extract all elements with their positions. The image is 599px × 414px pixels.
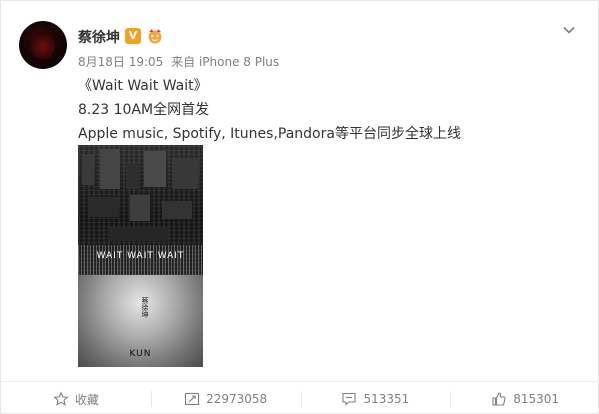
favorite-button[interactable]: 收藏 — [1, 382, 151, 414]
comment-button[interactable]: 513351 — [300, 382, 451, 414]
post-meta: 8月18日 19:05 来自 iPhone 8 Plus — [78, 53, 283, 70]
post-image[interactable]: WAIT WAIT WAIT 蔡徐坤 KUN — [78, 145, 203, 367]
avatar-face — [31, 31, 55, 59]
poster-vertical-text: 蔡徐坤 — [141, 297, 149, 318]
repost-count: 22973058 — [206, 392, 268, 406]
verified-icon: V — [125, 28, 141, 44]
like-count: 815301 — [513, 392, 560, 406]
comment-count: 513351 — [363, 392, 410, 406]
repost-icon — [185, 392, 200, 406]
fan-badge-icon[interactable] — [146, 27, 164, 45]
favorite-label: 收藏 — [74, 392, 99, 407]
weibo-post-card: 蔡徐坤 V 8月18日 19:05 来自 iPhone 8 Plus 《Wait… — [0, 0, 599, 414]
username[interactable]: 蔡徐坤 — [78, 27, 120, 47]
repost-button[interactable]: 22973058 — [150, 382, 301, 414]
thumbs-up-icon — [492, 392, 506, 406]
poster-title: WAIT WAIT WAIT — [96, 251, 185, 261]
post-text-line: 8.23 10AM全网首发 — [78, 102, 210, 118]
avatar[interactable] — [19, 21, 67, 69]
post-text-line: Apple music, Spotify, Itunes,Pandora等平台同… — [78, 126, 461, 142]
action-bar: 收藏 22973058 513351 815301 — [1, 381, 599, 414]
post-text-line: 《Wait Wait Wait》 — [78, 78, 208, 94]
poster-artist: KUN — [129, 349, 152, 359]
post-source: 来自 iPhone 8 Plus — [171, 55, 280, 69]
chevron-down-icon[interactable] — [562, 23, 576, 37]
like-button[interactable]: 815301 — [450, 382, 599, 414]
post-date[interactable]: 8月18日 19:05 — [78, 55, 163, 69]
comment-icon — [342, 392, 357, 406]
star-icon — [53, 391, 69, 406]
